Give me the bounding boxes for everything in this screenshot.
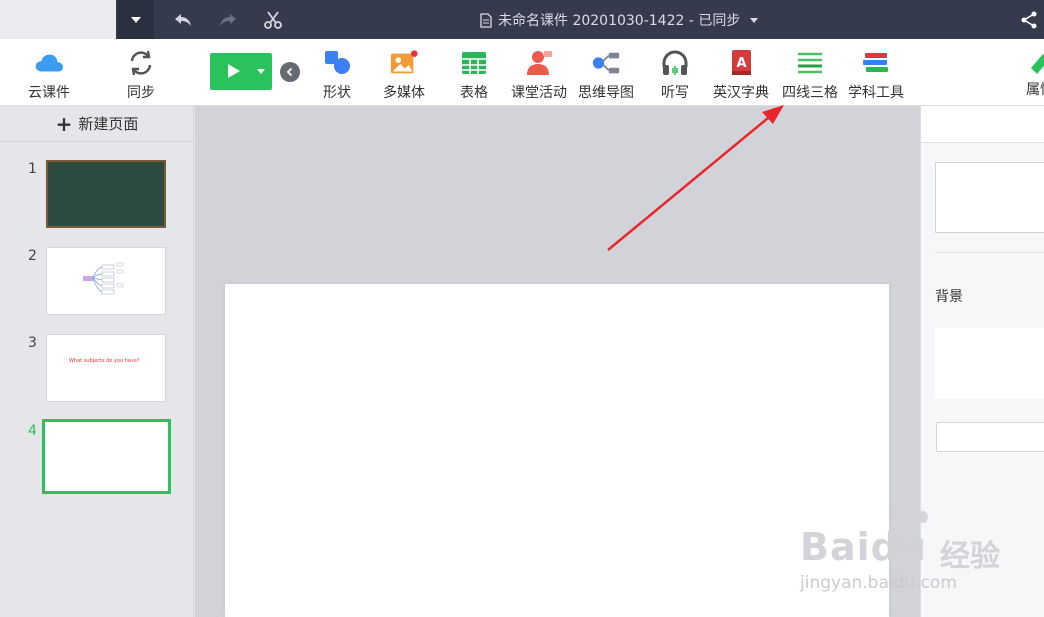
subject-tools-button[interactable]: 学科工具 (848, 48, 904, 102)
shapes-label: 形状 (323, 85, 351, 101)
cut-button[interactable] (262, 9, 284, 31)
cloud-courseware-button[interactable]: 云课件 (28, 48, 70, 102)
document-icon (480, 12, 492, 28)
class-activity-label: 课堂活动 (511, 85, 567, 101)
layout-preview-box[interactable] (935, 162, 1044, 233)
slide-thumbnail-2[interactable] (46, 247, 166, 315)
background-input[interactable] (936, 422, 1044, 452)
chevron-down-icon[interactable] (257, 69, 265, 74)
chevron-left-icon (286, 67, 293, 77)
share-icon (1021, 11, 1037, 29)
baidu-watermark: Baidu 经验 jingyan.baidu.com (800, 505, 1040, 605)
slide-number: 2 (28, 248, 37, 264)
new-page-button[interactable]: + 新建页面 (0, 106, 194, 142)
chevron-down-icon (750, 17, 759, 23)
shapes-icon (322, 48, 352, 78)
redo-icon (220, 14, 236, 26)
play-slideshow-button[interactable] (210, 53, 272, 90)
menu-dropdown-button[interactable] (117, 0, 154, 39)
watermark-brand: Baidu (800, 525, 927, 569)
table-button[interactable]: 表格 (459, 48, 489, 102)
collapse-toolbar-button[interactable] (280, 62, 300, 82)
slide-thumbnail-text: What subjects do you have? (69, 358, 140, 364)
sync-label: 同步 (127, 85, 155, 101)
share-button[interactable] (1018, 9, 1040, 31)
dictation-icon (660, 48, 690, 78)
slide-number: 1 (28, 161, 37, 177)
class-activity-icon (524, 48, 554, 78)
scissors-icon (264, 11, 282, 29)
document-title[interactable]: 未命名课件 20201030-1422 - 已同步 (480, 10, 759, 30)
slide-number-active: 4 (28, 423, 37, 439)
watermark-brand-cn: 经验 (940, 539, 1000, 574)
dictionary-button[interactable]: A 英汉字典 (713, 48, 769, 102)
shapes-button[interactable]: 形状 (322, 48, 352, 102)
four-line-grid-label: 四线三格 (782, 85, 838, 101)
divider (935, 252, 1044, 253)
four-line-grid-icon (795, 48, 825, 78)
chevron-down-icon (130, 16, 141, 23)
sync-icon (126, 48, 156, 78)
slide-thumbnail-1[interactable] (46, 160, 166, 228)
properties-button[interactable]: 属性 (1020, 48, 1044, 99)
multimedia-button[interactable]: 多媒体 (383, 48, 425, 102)
background-label: 背景 (935, 289, 963, 305)
mindmap-button[interactable]: 思维导图 (578, 48, 634, 102)
slide-number: 3 (28, 335, 37, 351)
svg-text:A: A (736, 56, 746, 71)
dictionary-icon: A (726, 48, 756, 78)
dictation-label: 听写 (661, 85, 689, 101)
mindmap-label: 思维导图 (578, 85, 634, 101)
four-line-grid-button[interactable]: 四线三格 (782, 48, 838, 102)
undo-button[interactable] (172, 9, 194, 31)
current-slide[interactable] (225, 284, 889, 617)
mindmap-icon (591, 48, 621, 78)
table-label: 表格 (460, 85, 488, 101)
watermark-url: jingyan.baidu.com (800, 573, 957, 593)
plus-icon: + (55, 111, 73, 136)
sync-button[interactable]: 同步 (126, 48, 156, 102)
slide-thumbnail-3[interactable]: What subjects do you have? (46, 334, 166, 402)
class-activity-button[interactable]: 课堂活动 (511, 48, 567, 102)
title-bar: 未命名课件 20201030-1422 - 已同步 (0, 0, 1044, 39)
mindmap-thumbnail (83, 262, 124, 295)
title-bar-blank-area (0, 0, 116, 39)
subject-tools-label: 学科工具 (848, 85, 904, 101)
undo-icon (175, 14, 191, 26)
subject-tools-icon (861, 48, 891, 78)
play-icon (228, 64, 240, 78)
background-preview-box[interactable] (935, 328, 1044, 399)
redo-button[interactable] (217, 9, 239, 31)
properties-icon (1025, 48, 1044, 78)
dictation-button[interactable]: 听写 (660, 48, 690, 102)
dictionary-label: 英汉字典 (713, 85, 769, 101)
multimedia-label: 多媒体 (383, 85, 425, 101)
slide-thumbnail-4-selected[interactable] (42, 419, 171, 494)
new-page-label: 新建页面 (78, 115, 139, 133)
cloud-icon (34, 48, 64, 78)
properties-tab-bar (921, 106, 1044, 143)
document-title-text: 未命名课件 20201030-1422 - 已同步 (498, 13, 741, 29)
cloud-courseware-label: 云课件 (28, 85, 70, 101)
multimedia-icon (389, 48, 419, 78)
slide-list-panel: + 新建页面 1 2 3 What subjects do you have? … (0, 106, 194, 617)
table-icon (459, 48, 489, 78)
properties-label: 属性 (1026, 82, 1044, 98)
